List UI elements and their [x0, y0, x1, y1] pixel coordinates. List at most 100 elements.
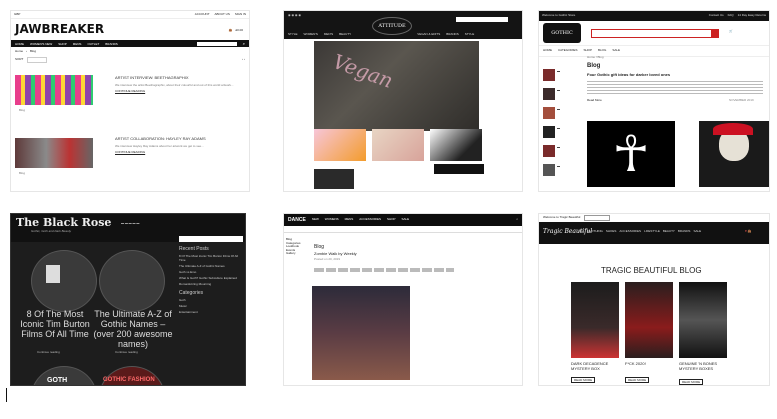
post-image[interactable]	[625, 282, 673, 358]
sidebar-product[interactable]: ▬	[543, 164, 583, 180]
social-icons[interactable]: ◉ ◉ ◉ ◉	[288, 13, 301, 18]
post-title[interactable]: 8 Of The Most Iconic Tim Burton Films Of…	[15, 309, 95, 340]
nav-outlet[interactable]: OUTLET	[87, 42, 99, 46]
nav-mens[interactable]: MENS	[345, 218, 354, 222]
read-more-button[interactable]: READ MORE	[679, 379, 704, 385]
nav-womens[interactable]: WOMEN'S	[304, 32, 318, 36]
sidebar-product[interactable]: ▬	[543, 88, 583, 104]
sort-select[interactable]	[27, 56, 48, 63]
nav-categories[interactable]: CATEGORIES	[558, 48, 577, 53]
nav-new[interactable]: NEW	[312, 218, 319, 222]
read-more-button[interactable]: READ MORE	[571, 377, 596, 383]
nav-beauty[interactable]: BEAUTY	[339, 32, 351, 36]
post-thumbnail[interactable]	[15, 75, 93, 105]
continue-reading-link[interactable]: Continue reading	[115, 350, 138, 355]
sidebar-product[interactable]: ▬	[543, 145, 583, 161]
nav-brands[interactable]: BRANDS	[105, 42, 118, 46]
ankh-image[interactable]: ☥	[587, 121, 675, 187]
nav-blog[interactable]: BLOG	[598, 48, 606, 53]
recent-post-link[interactable]: 8 Of The Most Iconic Tim Burton Films Of…	[179, 254, 243, 262]
nav-vegan[interactable]: VEGAN & EDITS	[417, 32, 440, 36]
brand-logo[interactable]: JAWBREAKER	[15, 22, 104, 36]
search-icon[interactable]: ⌕	[516, 218, 518, 222]
post-title[interactable]: GENUINE 'N BONES MYSTERY BOXES	[679, 361, 729, 371]
thumbnail[interactable]	[314, 169, 354, 189]
sidebar-product[interactable]: ▬	[543, 107, 583, 123]
nav-sale[interactable]: SALE	[693, 229, 701, 234]
site-logo[interactable]: DANCE	[288, 217, 306, 223]
thumbnail[interactable]	[430, 129, 482, 161]
nav-shoes[interactable]: SHOES	[606, 229, 617, 234]
nav-accessories[interactable]: ACCESSORIES	[619, 229, 641, 234]
returns-link[interactable]: 14 Day Easy Returns	[738, 14, 766, 18]
nav-home[interactable]: HOME	[543, 48, 552, 53]
continue-reading-link[interactable]: CONTINUE READING	[115, 89, 145, 93]
recent-post-link[interactable]: Romanticizing Mourning	[179, 282, 243, 286]
sidebar-link[interactable]: Gallery	[286, 252, 310, 256]
post-title[interactable]: F*CK 2020!	[625, 361, 675, 366]
nav-womens-new[interactable]: WOMEN'S NEW	[30, 42, 52, 46]
skull-image[interactable]	[699, 121, 769, 187]
hero-image[interactable]: Vegan	[314, 41, 479, 131]
nav-mens[interactable]: MEN'S	[324, 32, 333, 36]
post-image[interactable]	[679, 282, 727, 358]
faq-link[interactable]: FAQ	[728, 14, 734, 18]
signin-link[interactable]: SIGN IN	[235, 12, 246, 17]
sidebar-product[interactable]: ▬	[543, 126, 583, 142]
search-input[interactable]	[196, 41, 237, 46]
currency-label[interactable]: GBP	[14, 12, 20, 17]
post-image[interactable]	[31, 250, 97, 312]
post-image[interactable]	[571, 282, 619, 358]
nav-sale[interactable]: SALE	[402, 218, 410, 222]
recent-post-link[interactable]: Goth vs Emo	[179, 270, 243, 274]
read-more-link[interactable]: Read More	[587, 98, 602, 103]
continue-reading-link[interactable]: Continue reading	[37, 350, 60, 355]
post-title[interactable]: Four Gothic gift ideas for darker loved …	[587, 72, 670, 78]
continue-reading-link[interactable]: CONTINUE READING	[115, 150, 145, 154]
account-link[interactable]: ACCOUNT	[195, 12, 210, 17]
nav-brands[interactable]: BRANDS	[678, 229, 691, 234]
about-link[interactable]: ABOUT US	[215, 12, 230, 17]
top-nav[interactable]: ▬ ▬ ▬ ▬ ▬	[121, 221, 139, 226]
post-title[interactable]: DARK DECADENCE MYSTERY BOX	[571, 361, 621, 371]
nav-all[interactable]: ALL	[579, 229, 584, 234]
read-more-button[interactable]: READ MORE	[625, 377, 650, 383]
post-title[interactable]: ARTIST INTERVIEW: BEETHAGRAPHIX	[115, 75, 189, 80]
site-title[interactable]: The Black Rose	[16, 216, 111, 229]
nav-shop[interactable]: SHOP	[58, 42, 67, 46]
nav-brands[interactable]: BRANDS	[446, 32, 459, 36]
contact-link[interactable]: Contact Us	[709, 14, 724, 18]
thumbnail[interactable]	[372, 129, 424, 161]
nav-beauty[interactable]: BEAUTY	[663, 229, 675, 234]
gothic-logo[interactable]: GOTHIC	[543, 23, 581, 43]
post-thumbnail[interactable]	[15, 138, 93, 168]
nav-home[interactable]: HOME	[15, 42, 24, 46]
nav-style-2[interactable]: STYLE	[465, 32, 475, 36]
sidebar-product[interactable]: ▬	[543, 69, 583, 85]
nav-clothing[interactable]: CLOTHING	[587, 229, 603, 234]
post-title[interactable]: ARTIST COLLABORATION: HAYLEY RAY ADAMS	[115, 136, 206, 141]
post-title[interactable]: GOTHIC FASHION	[103, 377, 155, 383]
search-input[interactable]	[179, 236, 243, 242]
nav-sale[interactable]: SALE	[612, 48, 620, 53]
nav-style[interactable]: STYLE	[288, 32, 298, 36]
recent-post-link[interactable]: What Is Goth? Gothic Subculture Explaine…	[179, 276, 243, 280]
basket[interactable]: 👜 £0.00	[229, 28, 243, 33]
post-title[interactable]: GOTH	[47, 377, 67, 384]
category-link[interactable]: Music	[179, 304, 243, 308]
search-input[interactable]	[456, 17, 508, 22]
nav-mens[interactable]: MENS	[73, 42, 82, 46]
category-link[interactable]: Goth	[179, 298, 243, 302]
nav-shop[interactable]: SHOP	[583, 48, 592, 53]
recent-post-link[interactable]: The Ultimate A-Z of Gothic Names	[179, 264, 243, 268]
post-image[interactable]	[99, 366, 165, 385]
post-image[interactable]	[312, 286, 410, 380]
nav-accessories[interactable]: ACCESSORIES	[359, 218, 381, 222]
sidebar-box[interactable]	[434, 164, 484, 174]
nav-womens[interactable]: WOMENS	[325, 218, 339, 222]
search-input[interactable]	[584, 215, 611, 221]
breadcrumb-home[interactable]: Home	[15, 49, 23, 54]
post-title[interactable]: The Ultimate A-Z of Gothic Names – (over…	[91, 309, 175, 350]
pager-arrows[interactable]: ‹ ›	[242, 57, 245, 62]
nav-lifestyle[interactable]: LIFESTYLE	[644, 229, 660, 234]
